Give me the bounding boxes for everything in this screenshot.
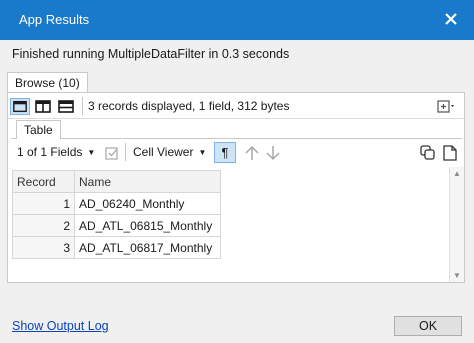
- tab-browse[interactable]: Browse (10): [7, 72, 88, 93]
- vertical-split-layout-icon[interactable]: [33, 98, 53, 115]
- cell-viewer-label: Cell Viewer: [133, 145, 194, 159]
- record-number-cell[interactable]: 1: [12, 192, 75, 215]
- copy-icon[interactable]: [419, 144, 437, 162]
- cell-viewer-dropdown[interactable]: Cell Viewer ▼: [133, 145, 206, 159]
- title-bar: App Results: [0, 0, 474, 40]
- name-cell[interactable]: AD_06240_Monthly: [74, 192, 221, 215]
- checkbox-edit-icon[interactable]: [103, 144, 121, 162]
- name-cell[interactable]: AD_ATL_06815_Monthly: [74, 214, 221, 237]
- chevron-down-icon: ▼: [87, 148, 96, 157]
- table-row[interactable]: 2 AD_ATL_06815_Monthly: [12, 214, 221, 237]
- ok-button[interactable]: OK: [394, 316, 462, 336]
- column-header-record[interactable]: Record: [12, 170, 75, 193]
- arrow-up-icon[interactable]: [243, 144, 261, 162]
- column-header-name[interactable]: Name: [74, 170, 221, 193]
- fields-label: 1 of 1 Fields: [17, 145, 83, 159]
- table-header-row: Record Name: [12, 170, 221, 193]
- toolbar-divider: [125, 143, 126, 161]
- arrow-down-icon[interactable]: [264, 144, 282, 162]
- records-info: 3 records displayed, 1 field, 312 bytes: [88, 99, 290, 113]
- record-number-cell[interactable]: 3: [12, 236, 75, 259]
- table-toolbar: 1 of 1 Fields ▼ Cell Viewer ▼ ¶: [11, 138, 462, 166]
- scroll-down-icon[interactable]: ▼: [453, 271, 461, 280]
- fields-dropdown[interactable]: 1 of 1 Fields ▼: [17, 145, 95, 159]
- single-pane-layout-icon[interactable]: [10, 98, 30, 115]
- browse-toolbar: 3 records displayed, 1 field, 312 bytes: [8, 93, 464, 119]
- table-row[interactable]: 3 AD_ATL_06817_Monthly: [12, 236, 221, 259]
- record-number-cell[interactable]: 2: [12, 214, 75, 237]
- results-table: Record Name 1 AD_06240_Monthly 2 AD_ATL_…: [12, 170, 221, 259]
- toolbar-divider: [82, 97, 83, 115]
- status-message: Finished running MultipleDataFilter in 0…: [12, 47, 290, 61]
- vertical-scrollbar[interactable]: ▲ ▼: [449, 167, 464, 282]
- table-row[interactable]: 1 AD_06240_Monthly: [12, 192, 221, 215]
- results-panel: 3 records displayed, 1 field, 312 bytes …: [7, 92, 465, 283]
- close-icon[interactable]: [440, 8, 462, 30]
- show-output-log-link[interactable]: Show Output Log: [12, 319, 109, 333]
- pilcrow-icon: ¶: [221, 145, 229, 160]
- options-dropdown-icon[interactable]: [436, 98, 458, 115]
- document-icon[interactable]: [441, 144, 459, 162]
- name-cell[interactable]: AD_ATL_06817_Monthly: [74, 236, 221, 259]
- horizontal-split-layout-icon[interactable]: [56, 98, 76, 115]
- paragraph-toggle-button[interactable]: ¶: [214, 142, 236, 163]
- tab-table[interactable]: Table: [16, 120, 61, 139]
- window-title: App Results: [19, 12, 90, 27]
- chevron-down-icon: ▼: [198, 148, 207, 157]
- scroll-up-icon[interactable]: ▲: [453, 169, 461, 178]
